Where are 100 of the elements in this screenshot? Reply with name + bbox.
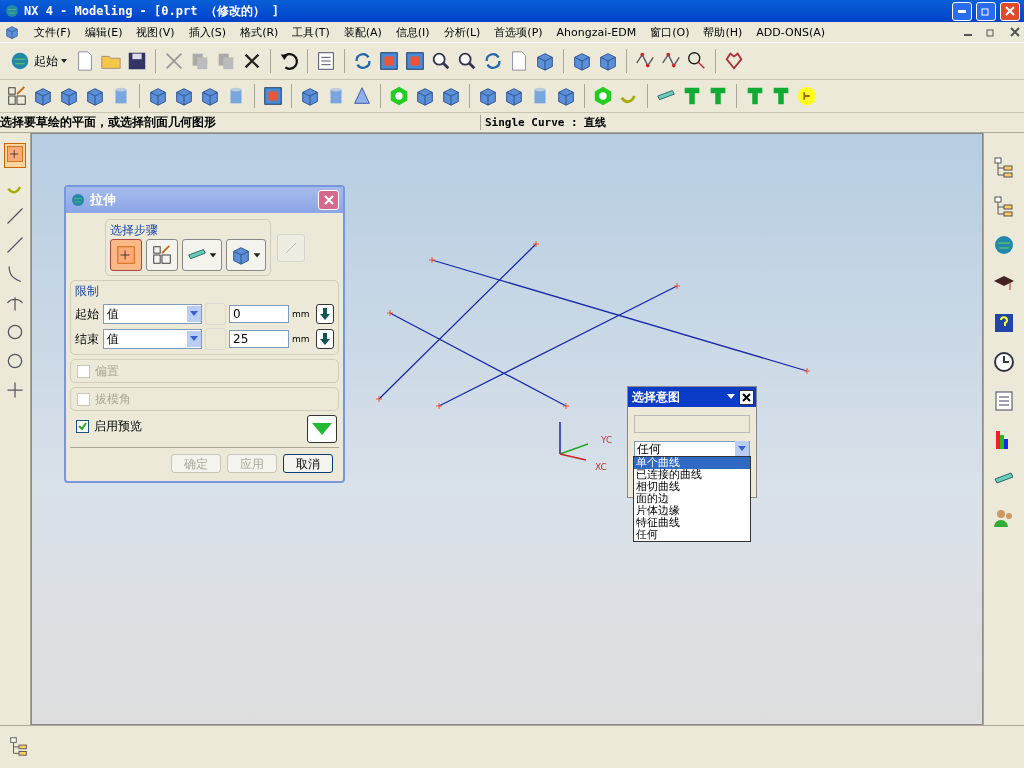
menu-item[interactable]: 信息(I) — [395, 24, 430, 40]
menu-item[interactable]: 首选项(P) — [494, 24, 543, 40]
direction-button[interactable] — [316, 304, 334, 324]
minimize-button[interactable] — [952, 1, 972, 21]
step-button[interactable] — [181, 239, 222, 271]
line-icon[interactable] — [5, 235, 25, 255]
distance-field[interactable]: 0 — [229, 305, 290, 323]
tree-icon[interactable] — [8, 735, 30, 757]
fit-view-icon[interactable] — [404, 50, 426, 72]
close-icon[interactable] — [1010, 27, 1020, 37]
list-option[interactable]: 特征曲线 — [634, 517, 750, 529]
sketch-icon[interactable] — [6, 85, 28, 107]
unit-label: mm — [292, 309, 311, 319]
direction-button[interactable] — [316, 329, 334, 349]
rotate-icon[interactable] — [482, 50, 504, 72]
menu-item[interactable]: 格式(R) — [240, 24, 279, 40]
cube-icon[interactable] — [440, 85, 462, 107]
rotate-icon[interactable] — [352, 50, 374, 72]
outline-shape-icon[interactable] — [723, 50, 745, 72]
dialog-button[interactable]: 取消 — [283, 454, 333, 473]
caret-icon[interactable] — [727, 394, 735, 400]
cube-icon[interactable] — [555, 85, 577, 107]
tree-icon[interactable] — [992, 194, 1016, 218]
list-icon[interactable] — [992, 389, 1016, 413]
menu-item[interactable]: 文件(F) — [34, 24, 71, 40]
dialog-title: 拉伸 — [90, 191, 117, 209]
line-curve[interactable] — [375, 240, 540, 403]
menu-item[interactable]: 装配(A) — [343, 24, 382, 40]
tree-icon[interactable] — [992, 155, 1016, 179]
cube-icon[interactable] — [477, 85, 499, 107]
prompt-text: 选择要草绘的平面，或选择剖面几何图形 — [0, 114, 217, 131]
menu-item[interactable]: 插入(S) — [188, 24, 227, 40]
cube-icon[interactable] — [147, 85, 169, 107]
cube-icon[interactable] — [503, 85, 525, 107]
close-button[interactable] — [739, 389, 754, 405]
triangle-icon — [311, 422, 333, 436]
coordinate-triad — [559, 421, 589, 461]
distance-field[interactable]: 25 — [229, 330, 290, 348]
menu-item[interactable]: 窗口(O) — [650, 24, 690, 40]
limit-type-dropdown[interactable]: 值 — [103, 329, 202, 349]
menu-item[interactable]: 编辑(E) — [84, 24, 123, 40]
globe-icon[interactable] — [4, 3, 20, 19]
line-curve[interactable] — [428, 256, 811, 375]
list-option[interactable]: 任何 — [634, 529, 750, 541]
checkbox[interactable] — [76, 419, 89, 433]
restore-button[interactable] — [976, 1, 996, 21]
sketch-icon[interactable] — [5, 144, 25, 164]
zoom-icon[interactable] — [430, 50, 452, 72]
cone-icon[interactable] — [351, 85, 373, 107]
cube-icon[interactable] — [58, 85, 80, 107]
dropdown-arrow-icon — [738, 446, 746, 452]
restore-icon[interactable] — [986, 27, 996, 37]
fit-view-icon[interactable] — [378, 50, 400, 72]
limit-type-dropdown[interactable]: 值 — [103, 304, 202, 324]
fit-view-icon[interactable] — [262, 85, 284, 107]
intent-dropdown[interactable]: 任何 — [634, 441, 750, 457]
cube-icon[interactable] — [597, 50, 619, 72]
menu-item[interactable]: 视图(V) — [136, 24, 175, 40]
circle-icon[interactable] — [5, 351, 25, 371]
menu-item[interactable]: 工具(T) — [292, 24, 330, 40]
circle-icon[interactable] — [5, 322, 25, 342]
menu-item[interactable]: 帮助(H) — [703, 24, 743, 40]
list-option[interactable]: 已连接的曲线 — [634, 469, 750, 481]
undo-icon[interactable] — [278, 50, 300, 72]
cube-icon[interactable] — [534, 50, 556, 72]
step-button[interactable] — [225, 239, 266, 271]
list-option[interactable]: 相切曲线 — [634, 481, 750, 493]
cube-icon[interactable] — [84, 85, 106, 107]
list-icon[interactable] — [315, 50, 337, 72]
list-option[interactable]: 面的边 — [634, 493, 750, 505]
cube-icon[interactable] — [571, 50, 593, 72]
expand-button[interactable] — [307, 415, 337, 443]
group-label: 限制 — [75, 284, 99, 298]
start-button[interactable]: 起始 — [6, 50, 70, 72]
cube-icon[interactable] — [4, 24, 20, 40]
menu-item[interactable]: Ahongzai-EDM — [556, 25, 637, 39]
globe-icon[interactable] — [992, 233, 1016, 257]
cube-icon[interactable] — [173, 85, 195, 107]
zoom-icon[interactable] — [456, 50, 478, 72]
line-curve[interactable] — [386, 309, 570, 410]
option-label: 启用预览 — [94, 417, 142, 435]
caret-icon — [61, 58, 67, 64]
line-curve[interactable] — [435, 282, 681, 410]
list-option[interactable]: 片体边缘 — [634, 505, 750, 517]
selection-filter-text: Single Curve : 直线 — [480, 115, 1024, 130]
cube-icon[interactable] — [32, 85, 54, 107]
globe-icon[interactable] — [9, 50, 31, 72]
line-icon[interactable] — [5, 206, 25, 226]
help-icon[interactable] — [992, 311, 1016, 335]
menu-item[interactable]: ADD-ONS(A) — [756, 25, 826, 39]
cube-icon[interactable] — [414, 85, 436, 107]
cube-icon[interactable] — [299, 85, 321, 107]
crosshair-icon[interactable] — [5, 380, 25, 400]
round-tool-icon[interactable] — [796, 85, 818, 107]
menu-item[interactable]: 分析(L) — [443, 24, 481, 40]
cube-icon[interactable] — [199, 85, 221, 107]
list-option[interactable]: 单个曲线 — [634, 457, 750, 469]
clock-icon[interactable] — [992, 350, 1016, 374]
minimize-icon — [958, 9, 966, 13]
close-icon — [323, 195, 334, 205]
